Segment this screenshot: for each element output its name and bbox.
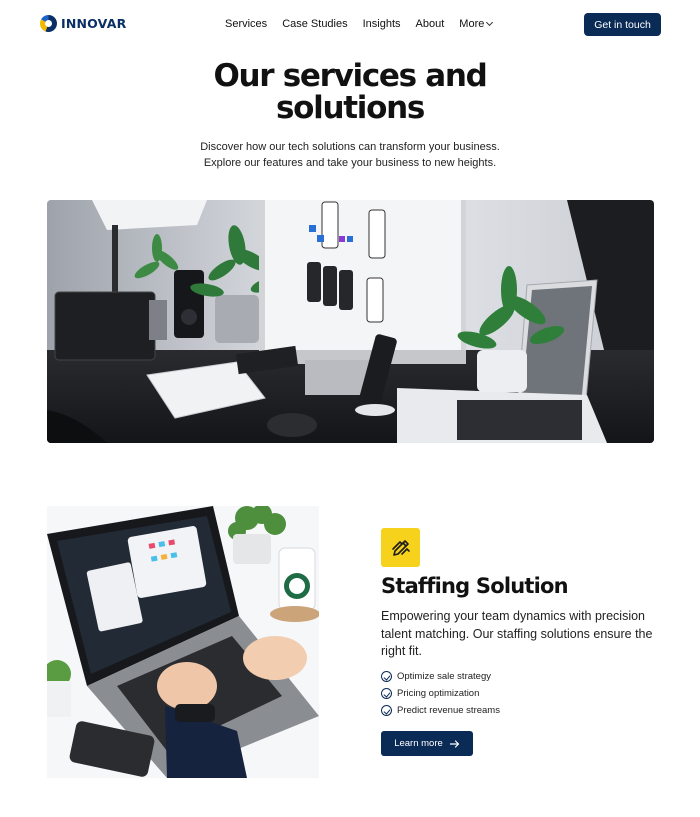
feature-description: Empowering your team dynamics with preci… — [381, 609, 653, 658]
nav-item-about[interactable]: About — [416, 18, 445, 30]
brand-name: INNOVAR — [61, 16, 127, 31]
nav-item-services[interactable]: Services — [225, 18, 267, 30]
logo-icon — [40, 15, 57, 32]
pencil-ruler-icon — [381, 528, 420, 567]
page-title-line-2: solutions — [275, 90, 425, 126]
list-item: Pricing optimization — [381, 685, 500, 702]
nav-item-case-studies[interactable]: Case Studies — [282, 18, 347, 30]
learn-more-label: Learn more — [394, 738, 443, 749]
pencil-ruler-glyph — [391, 539, 410, 556]
feature-laptop-image — [47, 506, 319, 778]
hero-workspace-image — [47, 200, 654, 443]
laptop-illustration — [47, 506, 319, 778]
learn-more-button[interactable]: Learn more — [381, 731, 473, 756]
get-in-touch-button[interactable]: Get in touch — [584, 13, 661, 36]
check-circle-icon — [381, 671, 392, 682]
nav-item-more[interactable]: More — [459, 18, 494, 30]
feature-bullets: Optimize sale strategy Pricing optimizat… — [381, 668, 500, 719]
list-item: Predict revenue streams — [381, 702, 500, 719]
feature-title: Staffing Solution — [381, 574, 569, 598]
workspace-illustration — [47, 200, 654, 443]
main-nav: Services Case Studies Insights About Mor… — [225, 18, 507, 30]
page-subtitle: Discover how our tech solutions can tran… — [200, 141, 500, 169]
chevron-down-icon — [486, 18, 494, 27]
page-title: Our services and solutions — [0, 60, 700, 124]
list-item: Optimize sale strategy — [381, 668, 500, 685]
brand-logo[interactable]: INNOVAR — [40, 15, 126, 32]
check-circle-icon — [381, 688, 392, 699]
page-title-line-1: Our services and — [213, 58, 487, 94]
site-header: INNOVAR Services Case Studies Insights A… — [0, 0, 700, 50]
bullet-text: Pricing optimization — [397, 688, 480, 699]
bullet-text: Optimize sale strategy — [397, 671, 491, 682]
nav-item-insights[interactable]: Insights — [363, 18, 401, 30]
check-circle-icon — [381, 705, 392, 716]
bullet-text: Predict revenue streams — [397, 705, 500, 716]
nav-item-more-label: More — [459, 18, 485, 30]
arrow-right-icon — [449, 739, 459, 748]
